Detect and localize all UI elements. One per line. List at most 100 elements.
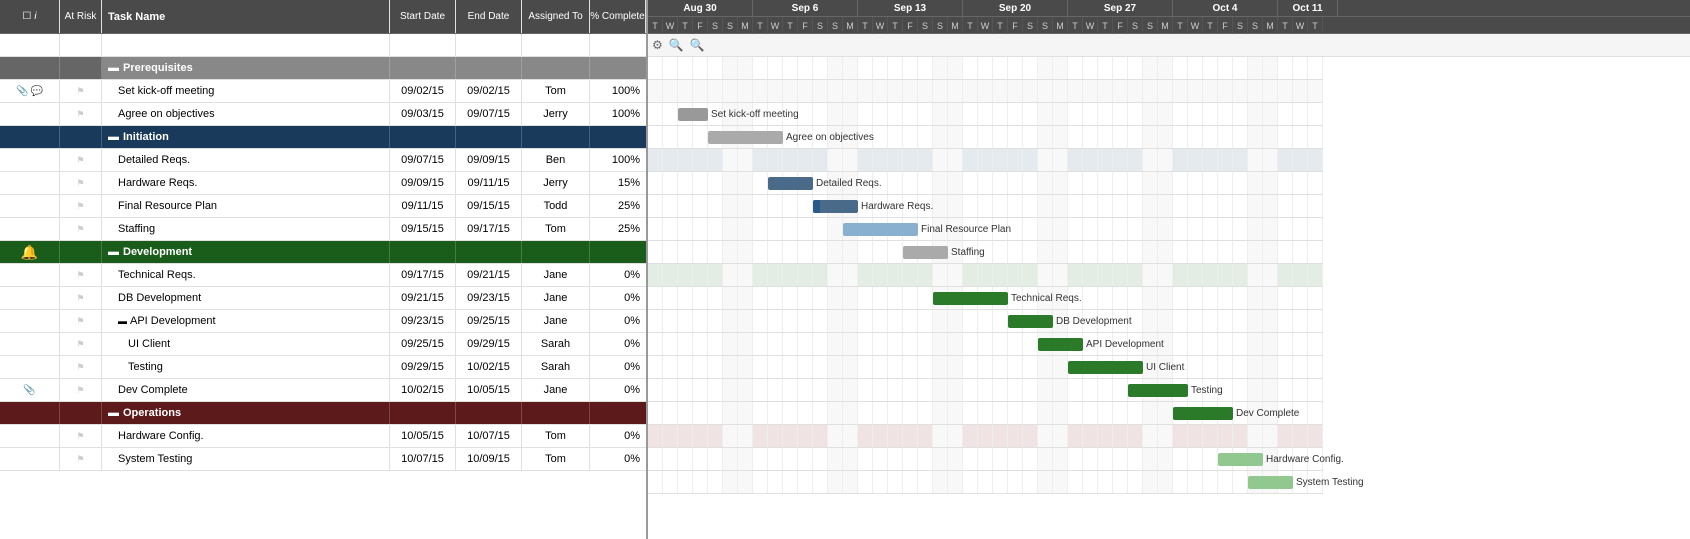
cell-task[interactable]: Hardware Config. [102,425,390,447]
table-row: ⚑ Hardware Reqs. 09/09/15 09/11/15 Jerry… [0,172,646,195]
gantt-bar[interactable]: API Development [1038,338,1083,351]
gantt-bar[interactable]: Set kick-off meeting [678,108,708,121]
cell-icons [0,172,60,194]
gantt-cell [1083,287,1098,309]
gantt-bar[interactable]: Final Resource Plan [843,223,918,236]
settings-icon[interactable]: ⚙ [652,38,663,52]
gantt-cell [1293,379,1308,401]
cell-task[interactable]: UI Client [102,333,390,355]
gantt-cell [978,126,993,148]
gantt-cell [1188,57,1203,79]
cell-at-risk: ⚑ [60,356,102,378]
gantt-cell [933,80,948,102]
gantt-cell [1113,80,1128,102]
gantt-cell [648,103,663,125]
gantt-cell [723,379,738,401]
gantt-bar[interactable]: DB Development [1008,315,1053,328]
cell-task[interactable]: Detailed Reqs. [102,149,390,171]
cell-task[interactable]: ▬ Development [102,241,390,263]
cell-task[interactable]: Testing [102,356,390,378]
cell-task[interactable]: Dev Complete [102,379,390,401]
gantt-cell [858,287,873,309]
gantt-cell [1008,57,1023,79]
collapse-icon[interactable]: ▬ [108,62,119,74]
gantt-cell [783,218,798,240]
gantt-cell [1248,356,1263,378]
gantt-cell [1053,379,1068,401]
zoom-in-icon[interactable]: 🔍 [669,38,684,52]
gantt-cell [663,126,678,148]
zoom-out-icon[interactable]: 🔍 [690,38,705,52]
gantt-cell [873,287,888,309]
gantt-bar[interactable]: Detailed Reqs. [768,177,813,190]
day-label: F [693,17,708,34]
cell-task[interactable]: System Testing [102,448,390,470]
cell-task[interactable]: DB Development [102,287,390,309]
gantt-cell [1023,379,1038,401]
gantt-bar[interactable]: Agree on objectives [708,131,783,144]
table-row: ⚑ Technical Reqs. 09/17/15 09/21/15 Jane… [0,264,646,287]
gantt-cell [1248,379,1263,401]
collapse-icon[interactable]: ▬ [108,246,119,258]
gantt-cell [648,448,663,470]
cell-end: 09/21/15 [456,264,522,286]
day-label: M [1053,17,1068,34]
cell-pct: 15% [590,172,646,194]
gantt-cell [903,356,918,378]
cell-pct [590,126,646,148]
gantt-cell [918,379,933,401]
gantt-cell [813,264,828,286]
gantt-bar[interactable]: Hardware Reqs. [813,200,858,213]
gantt-cell [753,310,768,332]
header-checkbox[interactable]: ☐ [22,11,31,22]
gantt-bar[interactable]: Dev Complete [1173,407,1233,420]
cell-task[interactable]: Technical Reqs. [102,264,390,286]
gantt-cell [663,310,678,332]
gantt-days-row: TWTFSSMTWTFSSMTWTFSSMTWTFSSMTWTFSSMTWTFS… [648,17,1690,34]
cell-assigned [522,126,590,148]
gantt-bar[interactable]: Technical Reqs. [933,292,1008,305]
cell-task[interactable]: ▬ Prerequisites [102,57,390,79]
cell-task[interactable]: Final Resource Plan [102,195,390,217]
gantt-bar[interactable]: Staffing [903,246,948,259]
cell-task[interactable]: ▬ Initiation [102,126,390,148]
gantt-cell [1083,80,1098,102]
gantt-cell [723,264,738,286]
gantt-cell [1098,402,1113,424]
gantt-cell [1293,287,1308,309]
gantt-bar[interactable]: Hardware Config. [1218,453,1263,466]
cell-task[interactable]: ▬API Development [102,310,390,332]
gantt-cell [738,57,753,79]
cell-end [456,34,522,56]
gantt-cell [948,103,963,125]
cell-task[interactable]: ▬ Operations [102,402,390,424]
collapse-sub-icon[interactable]: ▬ [118,316,127,326]
gantt-cell [1023,195,1038,217]
gantt-bar[interactable]: UI Client [1068,361,1143,374]
gantt-cell [783,80,798,102]
gantt-cell [1053,195,1068,217]
cell-task[interactable]: Staffing [102,218,390,240]
gantt-cell [1053,356,1068,378]
gantt-cell [903,448,918,470]
gantt-bar[interactable]: Testing [1128,384,1188,397]
cell-assigned: Jane [522,264,590,286]
gantt-cell [1083,402,1098,424]
collapse-icon[interactable]: ▬ [108,131,119,143]
gantt-cell [1233,195,1248,217]
collapse-icon[interactable]: ▬ [108,407,119,419]
cell-task[interactable]: Hardware Reqs. [102,172,390,194]
gantt-cell [888,425,903,447]
gantt-cell [753,448,768,470]
cell-task [102,34,390,56]
gantt-cell [888,333,903,355]
cell-task[interactable]: Set kick-off meeting [102,80,390,102]
header-info: i [34,11,36,22]
day-label: F [798,17,813,34]
gantt-cell [903,57,918,79]
gantt-bar[interactable]: System Testing [1248,476,1293,489]
gantt-cell [753,333,768,355]
cell-task[interactable]: Agree on objectives [102,103,390,125]
day-label: T [888,17,903,34]
gantt-row: Hardware Reqs. [648,195,1323,218]
